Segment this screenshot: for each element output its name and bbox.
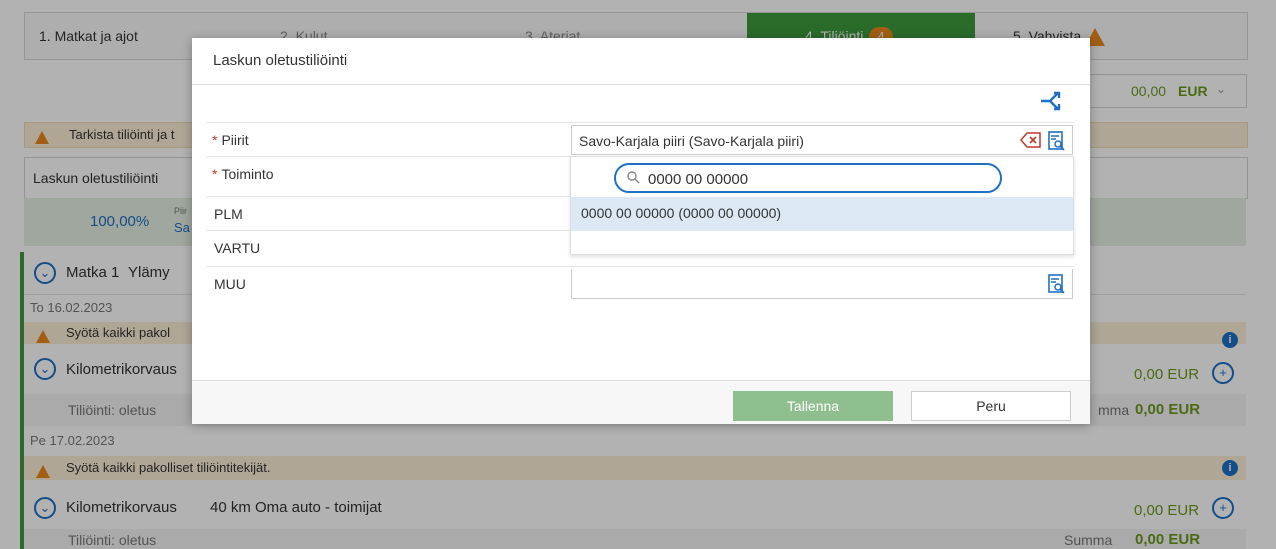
- search-icon: [626, 170, 640, 187]
- toiminto-dropdown: 0000 00 00000 (0000 00 00000): [570, 156, 1074, 255]
- dialog-footer: Tallenna Peru: [192, 380, 1090, 424]
- default-posting-dialog: Laskun oletustiliöinti * Piirit Savo-Karj…: [192, 38, 1090, 424]
- field-label-plm: PLM: [214, 206, 243, 222]
- shuffle-icon[interactable]: [1039, 88, 1065, 114]
- dropdown-option-label: 0000 00 00000 (0000 00 00000): [581, 205, 782, 221]
- lookup-list-icon[interactable]: [1048, 131, 1066, 151]
- dialog-title: Laskun oletustiliöinti: [213, 52, 348, 69]
- field-label-piirit: * Piirit: [212, 132, 249, 148]
- dropdown-option[interactable]: 0000 00 00000 (0000 00 00000): [571, 197, 1073, 231]
- field-row-muu: MUU: [206, 266, 1074, 301]
- field-label-vartu: VARTU: [214, 240, 261, 256]
- field-label-muu: MUU: [214, 276, 246, 292]
- dropdown-search-input[interactable]: [646, 168, 990, 190]
- lookup-list-icon[interactable]: [1048, 274, 1066, 294]
- dropdown-search[interactable]: [614, 163, 1002, 193]
- clear-icon[interactable]: [1020, 132, 1042, 151]
- field-label-toiminto: * Toiminto: [212, 166, 274, 182]
- cancel-button[interactable]: Peru: [911, 391, 1071, 421]
- save-button[interactable]: Tallenna: [733, 391, 893, 421]
- piirit-value: Savo-Karjala piiri (Savo-Karjala piiri): [579, 133, 804, 149]
- muu-field[interactable]: [571, 269, 1073, 299]
- dialog-header: Laskun oletustiliöinti: [192, 38, 1090, 85]
- piirit-field[interactable]: Savo-Karjala piiri (Savo-Karjala piiri): [571, 125, 1073, 155]
- field-row-piirit: * Piirit Savo-Karjala piiri (Savo-Karjala…: [206, 122, 1074, 157]
